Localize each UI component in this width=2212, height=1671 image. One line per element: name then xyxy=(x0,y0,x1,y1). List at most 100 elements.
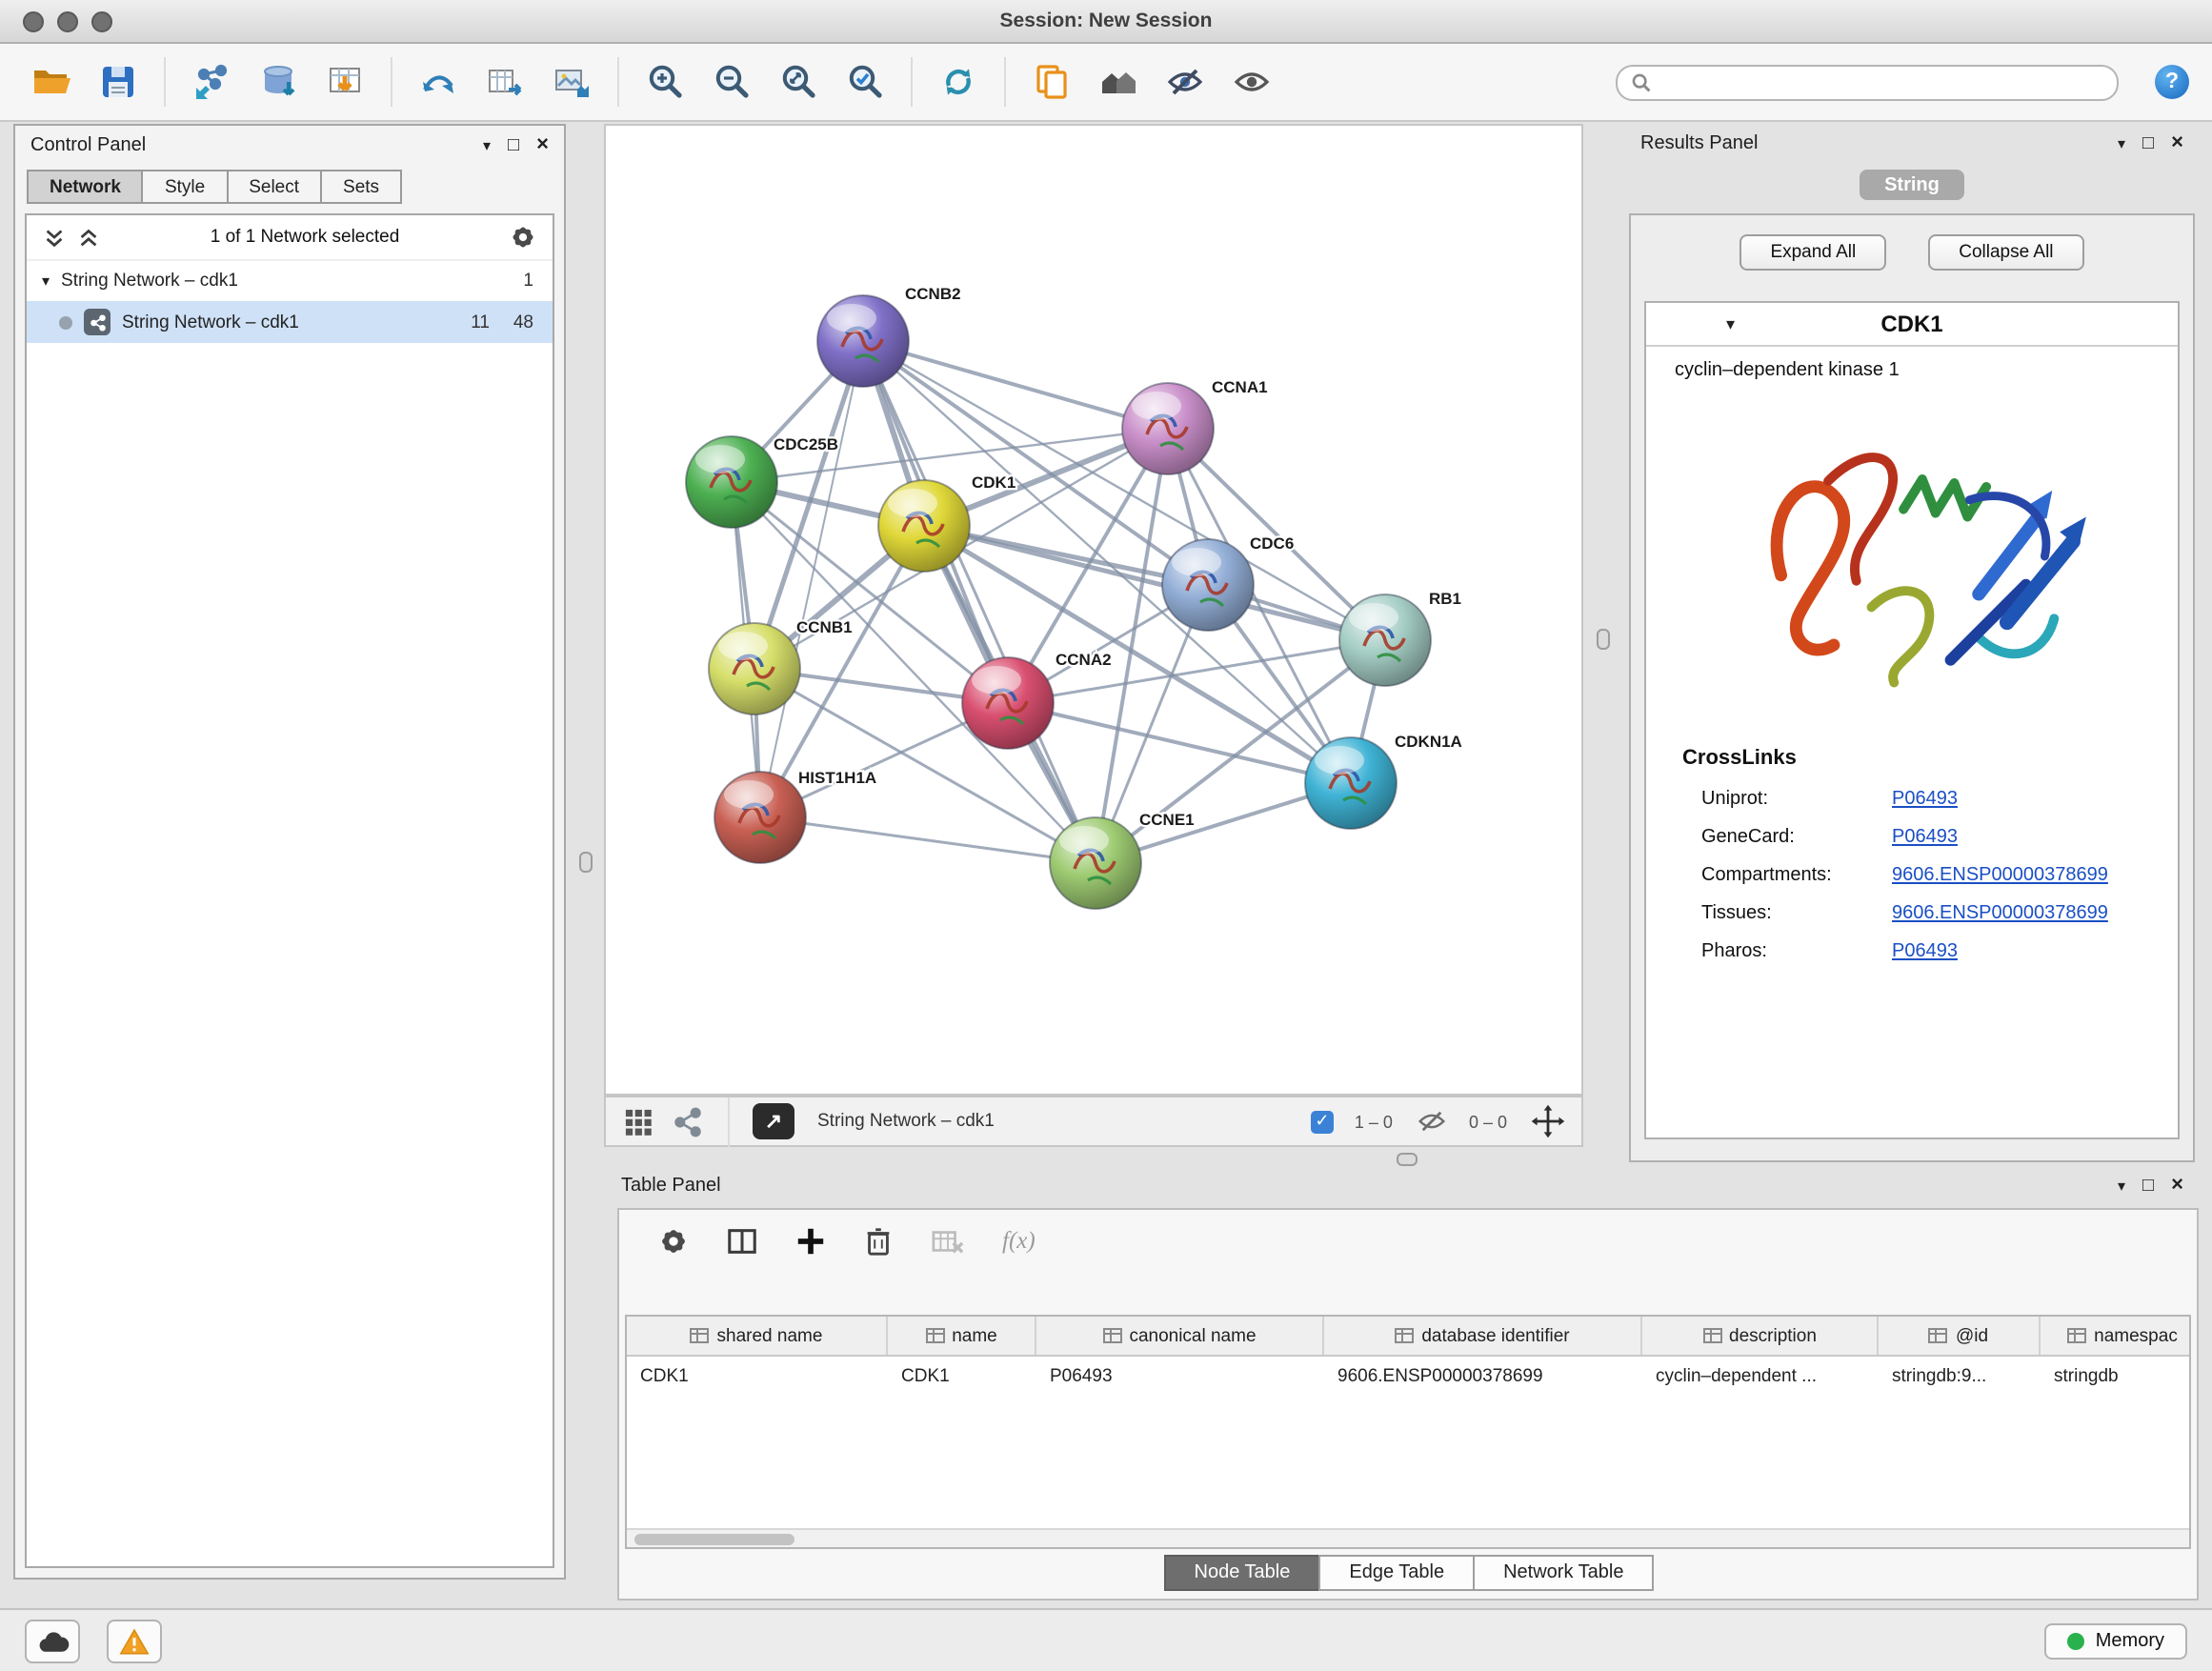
cloud-button[interactable] xyxy=(25,1619,80,1662)
gear-icon[interactable] xyxy=(509,223,537,252)
zoom-out-button[interactable] xyxy=(703,53,760,111)
column-header-canonical-name[interactable]: canonical name xyxy=(1036,1317,1324,1355)
show-elements-button[interactable] xyxy=(1223,53,1280,111)
float-panel-icon[interactable]: □ xyxy=(2142,134,2154,153)
save-session-button[interactable] xyxy=(90,53,147,111)
network-node-rb1[interactable]: RB1 xyxy=(1339,590,1461,686)
table-cell[interactable]: stringdb xyxy=(2041,1357,2191,1395)
network-node-cdkn1a[interactable]: CDKN1A xyxy=(1305,733,1462,829)
gear-icon[interactable] xyxy=(657,1225,690,1258)
zoom-in-button[interactable] xyxy=(636,53,694,111)
import-table-button[interactable] xyxy=(316,53,373,111)
refresh-button[interactable] xyxy=(930,53,987,111)
help-button[interactable]: ? xyxy=(2155,65,2189,99)
network-edge[interactable] xyxy=(863,341,1096,863)
network-canvas[interactable]: CCNB2CCNA1CDC25BCDK1CDC6RB1CCNB1CCNA2CDK… xyxy=(604,124,1583,1096)
zoom-selected-button[interactable] xyxy=(836,53,894,111)
horizontal-splitter-handle[interactable] xyxy=(1397,1153,1418,1166)
network-edge[interactable] xyxy=(863,341,1168,429)
network-edge[interactable] xyxy=(1008,640,1385,703)
collapse-section-icon[interactable]: ▾ xyxy=(1726,313,1735,334)
collapse-all-icon[interactable] xyxy=(42,225,67,250)
import-network-file-button[interactable] xyxy=(183,53,240,111)
vertical-splitter-handle[interactable] xyxy=(1597,629,1610,650)
network-row-selected[interactable]: String Network – cdk1 11 48 xyxy=(27,301,553,343)
crosslink-link[interactable]: 9606.ENSP00000378699 xyxy=(1892,902,2108,923)
selected-checkbox[interactable]: ✓ xyxy=(1311,1110,1334,1133)
tab-network-table[interactable]: Network Table xyxy=(1473,1555,1654,1591)
tree-expand-icon[interactable]: ▾ xyxy=(42,272,50,290)
import-network-database-button[interactable] xyxy=(250,53,307,111)
column-header-shared-name[interactable]: shared name xyxy=(627,1317,888,1355)
tab-sets[interactable]: Sets xyxy=(320,170,402,204)
table-row[interactable]: CDK1CDK1P064939606.ENSP00000378699cyclin… xyxy=(627,1357,2189,1395)
table-cell[interactable]: cyclin–dependent ... xyxy=(1642,1357,1879,1395)
crosslink-link[interactable]: P06493 xyxy=(1892,788,1958,809)
network-collection-row[interactable]: ▾ String Network – cdk1 1 xyxy=(27,261,553,301)
memory-button[interactable]: Memory xyxy=(2044,1622,2187,1659)
close-panel-icon[interactable]: × xyxy=(2171,1176,2183,1197)
column-header-namespac[interactable]: namespac xyxy=(2041,1317,2191,1355)
columns-icon[interactable] xyxy=(726,1225,758,1258)
grid-view-icon[interactable] xyxy=(621,1104,655,1138)
tab-edge-table[interactable]: Edge Table xyxy=(1318,1555,1475,1591)
scrollbar-thumb[interactable] xyxy=(634,1533,794,1544)
network-node-cdc6[interactable]: CDC6 xyxy=(1162,534,1294,631)
crosslink-link[interactable]: 9606.ENSP00000378699 xyxy=(1892,864,2108,885)
float-panel-icon[interactable]: □ xyxy=(2142,1177,2154,1196)
table-cell[interactable]: P06493 xyxy=(1036,1357,1324,1395)
crosslink-link[interactable]: P06493 xyxy=(1892,940,1958,961)
hidden-eye-icon[interactable] xyxy=(1416,1107,1448,1136)
float-panel-icon[interactable]: □ xyxy=(508,136,519,155)
collapse-panel-icon[interactable]: ▾ xyxy=(2118,1178,2125,1194)
collapse-all-button[interactable]: Collapse All xyxy=(1928,234,2083,271)
table-from-network-button[interactable] xyxy=(476,53,533,111)
network-node-ccne1[interactable]: CCNE1 xyxy=(1050,811,1195,909)
column-header-database-identifier[interactable]: database identifier xyxy=(1324,1317,1642,1355)
tab-network[interactable]: Network xyxy=(27,170,144,204)
network-edge[interactable] xyxy=(1008,703,1351,783)
warnings-button[interactable] xyxy=(107,1619,162,1662)
app-home-button[interactable] xyxy=(1090,53,1147,111)
table-horizontal-scrollbar[interactable] xyxy=(627,1528,2189,1547)
network-node-ccnb1[interactable]: CCNB1 xyxy=(709,618,853,715)
vertical-splitter-handle[interactable] xyxy=(579,852,593,873)
network-from-selection-button[interactable] xyxy=(410,53,467,111)
collapse-panel-icon[interactable]: ▾ xyxy=(483,138,491,153)
zoom-fit-button[interactable] xyxy=(770,53,827,111)
expand-all-icon[interactable] xyxy=(76,225,101,250)
network-edge[interactable] xyxy=(924,526,1385,640)
tab-style[interactable]: Style xyxy=(142,170,228,204)
table-cell[interactable]: stringdb:9... xyxy=(1879,1357,2041,1395)
export-image-button[interactable] xyxy=(543,53,600,111)
protein-header[interactable]: ▾ CDK1 xyxy=(1646,303,2178,347)
network-node-ccnb2[interactable]: CCNB2 xyxy=(817,285,961,387)
close-window-button[interactable] xyxy=(23,10,44,31)
table-cell[interactable]: 9606.ENSP00000378699 xyxy=(1324,1357,1642,1395)
maximize-window-button[interactable] xyxy=(91,10,112,31)
close-panel-icon[interactable]: × xyxy=(536,135,549,156)
copy-button[interactable] xyxy=(1023,53,1080,111)
network-node-ccna1[interactable]: CCNA1 xyxy=(1122,378,1268,474)
tab-string[interactable]: String xyxy=(1860,170,1964,200)
expand-all-button[interactable]: Expand All xyxy=(1739,234,1886,271)
move-crosshair-icon[interactable] xyxy=(1530,1103,1566,1139)
search-input[interactable] xyxy=(1661,70,2103,93)
network-edge[interactable] xyxy=(760,817,1096,863)
table-cell[interactable]: CDK1 xyxy=(627,1357,888,1395)
tab-select[interactable]: Select xyxy=(226,170,322,204)
tab-node-table[interactable]: Node Table xyxy=(1164,1555,1321,1591)
open-in-browser-button[interactable]: ↗ xyxy=(753,1103,794,1139)
network-edge[interactable] xyxy=(760,341,863,817)
network-node-ccna2[interactable]: CCNA2 xyxy=(962,651,1112,749)
close-panel-icon[interactable]: × xyxy=(2171,133,2183,154)
minimize-window-button[interactable] xyxy=(57,10,78,31)
delete-column-icon[interactable] xyxy=(863,1225,894,1258)
network-node-cdk1[interactable]: CDK1 xyxy=(878,473,1016,572)
table-cell[interactable]: CDK1 xyxy=(888,1357,1036,1395)
network-node-hist1h1a[interactable]: HIST1H1A xyxy=(714,769,876,863)
column-header-name[interactable]: name xyxy=(888,1317,1036,1355)
add-column-icon[interactable] xyxy=(794,1225,827,1258)
hide-elements-button[interactable] xyxy=(1156,53,1214,111)
network-type-toolbar-icon[interactable] xyxy=(671,1104,705,1138)
